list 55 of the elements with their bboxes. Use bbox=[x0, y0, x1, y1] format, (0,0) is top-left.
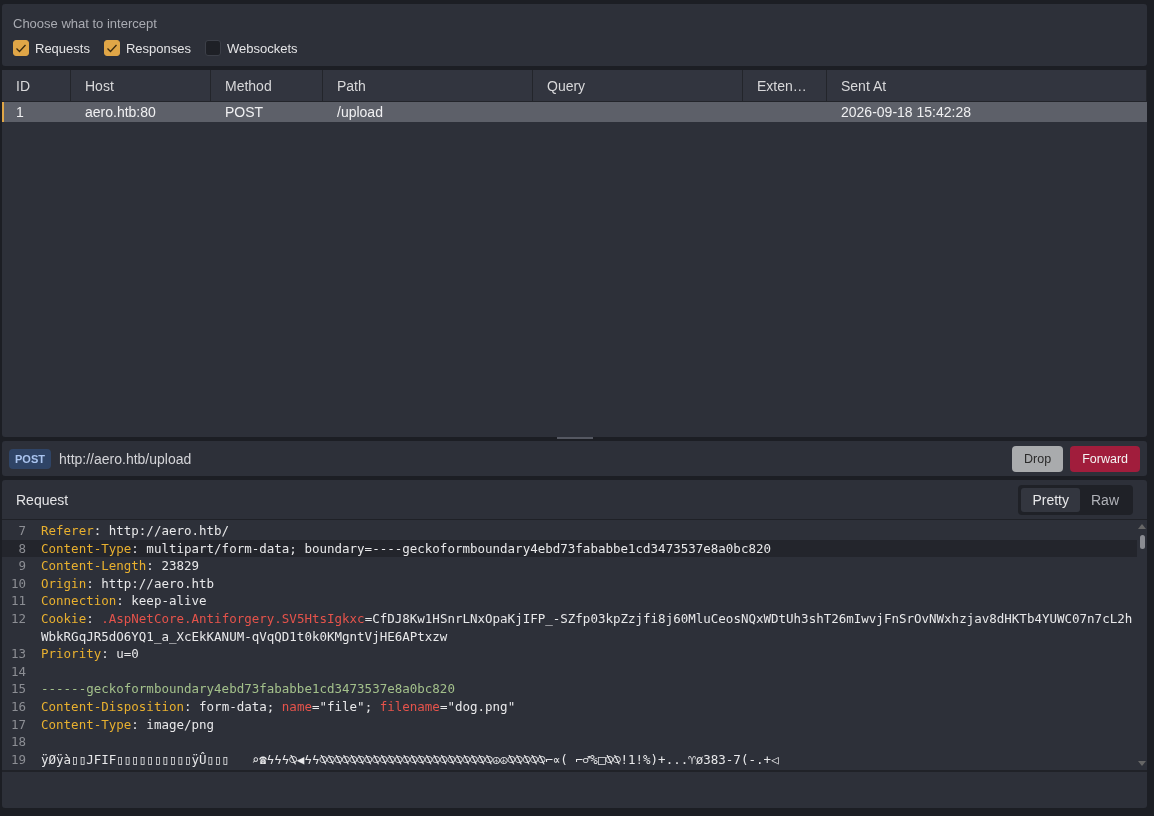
line-number: 7 bbox=[17, 522, 27, 540]
checkbox-label[interactable]: Requests bbox=[35, 40, 90, 56]
checkbox-label[interactable]: Websockets bbox=[226, 40, 298, 56]
resize-handle[interactable] bbox=[556, 437, 593, 439]
forward-button[interactable]: Forward bbox=[1070, 445, 1140, 472]
method-badge: POST bbox=[9, 448, 51, 469]
code-line: Content-Type: multipart/form-data; boundary=----geckoformboundary4ebd73fababbe1cd3473537e8a0bc820 bbox=[41, 539, 771, 558]
checkbox[interactable] bbox=[103, 40, 120, 56]
column-header[interactable]: Host bbox=[71, 70, 211, 101]
column-header[interactable]: Method bbox=[211, 70, 323, 101]
line-number: 13 bbox=[9, 645, 27, 663]
code-line: Origin: http://aero.htb bbox=[41, 574, 215, 593]
panel-title: Request bbox=[16, 491, 69, 508]
line-number: 16 bbox=[9, 697, 27, 716]
line-number: 15 bbox=[9, 680, 27, 698]
column-header[interactable]: Path bbox=[323, 70, 533, 101]
table-cell: 1 bbox=[16, 104, 24, 120]
scroll-up-icon[interactable] bbox=[1138, 523, 1146, 529]
line-number: 10 bbox=[9, 574, 27, 593]
code-line: ÿØÿà▯▯JFIF▯▯▯▯▯▯▯▯▯▯ÿÛ▯▯▯ ⌕☎ϟϟϟ⍉◀ϟϟ⍉⍉⍉⍉⍉⍉⍉⍉⍉⍉⍉⍉⍉⍉⍉⍉⍉⍉⍉⍉⍉⍉⍉☮☮⍉⍉⍉⍉⍉⌐∝( ⌐♂%□⍉⍉!1!%)+...♈ø383-7(-.+◁ bbox=[41, 750, 779, 769]
checkbox-label[interactable]: Responses bbox=[125, 40, 191, 56]
checkbox[interactable] bbox=[204, 40, 221, 56]
code-line: Referer: http://aero.htb/ bbox=[41, 522, 230, 540]
code-line: Priority: u=0 bbox=[41, 645, 139, 663]
table-cell: /upload bbox=[337, 104, 383, 120]
scroll-thumb[interactable] bbox=[1139, 535, 1145, 549]
code-line: Content-Length: 23829 bbox=[41, 557, 200, 575]
line-number: 9 bbox=[17, 557, 27, 575]
column-header[interactable]: Query bbox=[533, 70, 743, 101]
line-number: 8 bbox=[17, 539, 27, 558]
checkbox[interactable] bbox=[13, 40, 29, 56]
line-number: 19 bbox=[9, 750, 27, 769]
code-line: Content-Type: image/png bbox=[41, 715, 215, 734]
code-line: Content-Disposition: form-data; name="file"; filename="dog.png" bbox=[41, 697, 516, 716]
column-header[interactable]: Exten… bbox=[743, 70, 827, 101]
line-number: 11 bbox=[9, 592, 27, 610]
table-cell: aero.htb:80 bbox=[85, 104, 156, 120]
table-cell: 2026-09-18 15:42:28 bbox=[841, 104, 971, 120]
code-line: Cookie: .AspNetCore.Antiforgery.SV5HtsIgkxc=CfDJ8Kw1HSnrLNxOpaKjIFP_-SZfp03kpZzjfi8j60MluCeosNQxWDtUh3shT26mIwvjFnSrOvNWxhzjav8dHKTb4YUWC07n7cL2hWbkRGqJR5dO6YQ1_a_XcEkKANUM-qVqQD1t0k0KMgntVjHE6APtxzw bbox=[41, 609, 1134, 646]
line-number: 14 bbox=[9, 662, 27, 681]
table-cell: POST bbox=[225, 104, 264, 120]
column-header[interactable]: ID bbox=[2, 70, 71, 101]
line-number: 12 bbox=[9, 609, 27, 628]
table-row[interactable]: 1 aero.htb:80 POST /upload 2026-09-18 15:42:28 bbox=[2, 102, 1147, 122]
drop-button[interactable]: Drop bbox=[1012, 445, 1064, 472]
view-tab[interactable]: Pretty bbox=[1021, 487, 1080, 512]
line-number: 18 bbox=[9, 733, 27, 751]
column-header[interactable]: Sent At bbox=[827, 70, 1147, 101]
code-line: Connection: keep-alive bbox=[41, 592, 207, 610]
view-tab[interactable]: Raw bbox=[1080, 487, 1130, 512]
request-url: http://aero.htb/upload bbox=[58, 450, 192, 467]
code-line: ------geckoformboundary4ebd73fababbe1cd3473537e8a0bc820 bbox=[41, 680, 455, 698]
scroll-down-icon[interactable] bbox=[1138, 761, 1146, 767]
section-label: Choose what to intercept bbox=[13, 16, 158, 31]
line-number: 17 bbox=[9, 715, 27, 734]
